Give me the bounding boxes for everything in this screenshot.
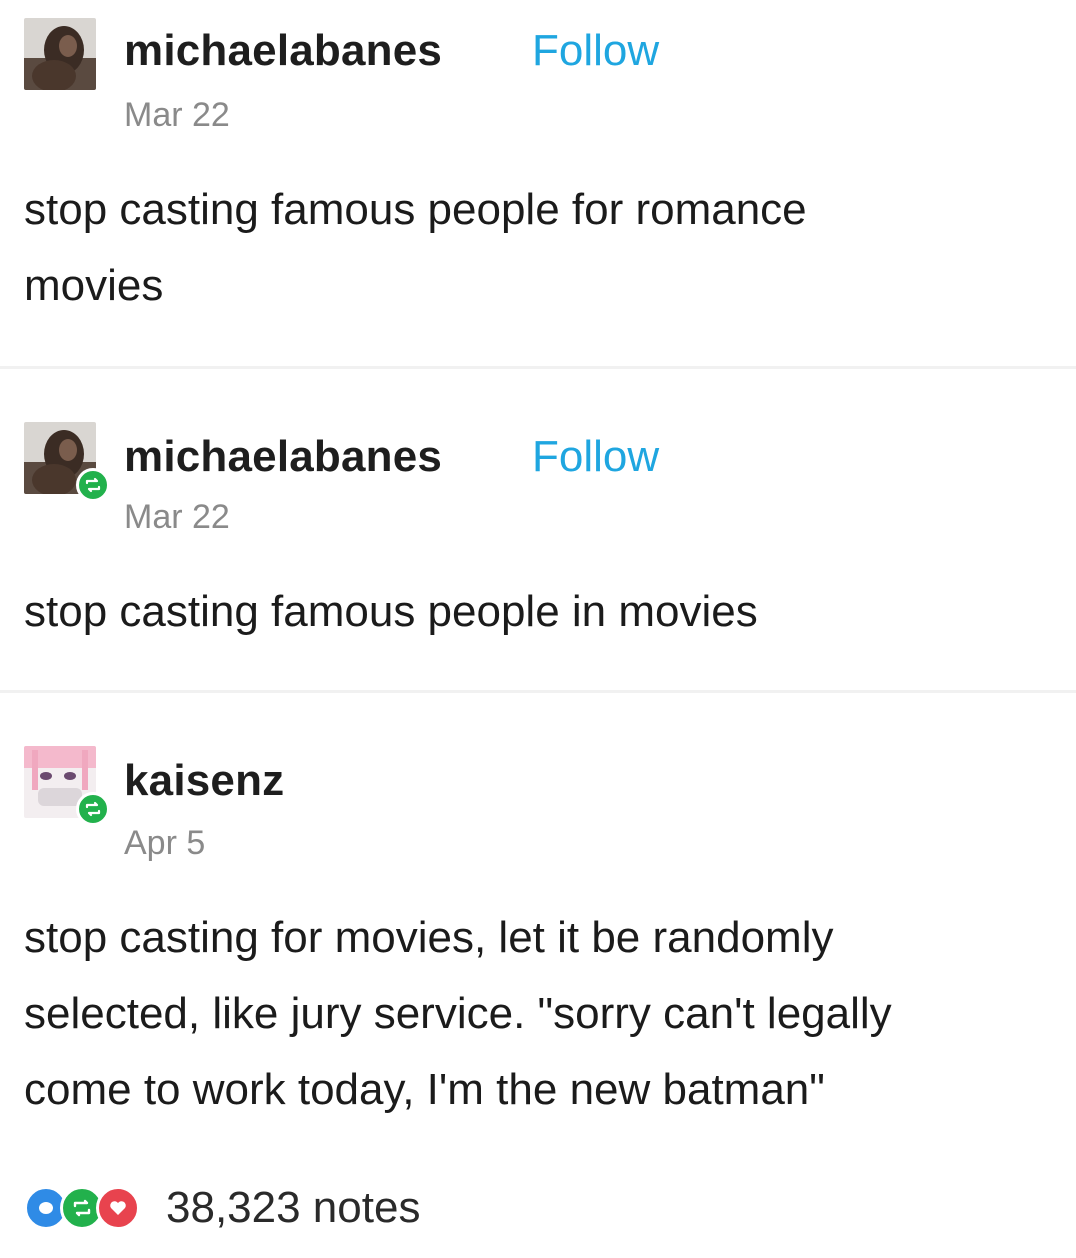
divider <box>0 690 1076 693</box>
post-body: stop casting for movies, let it be rando… <box>24 900 1064 1128</box>
post-body: stop casting famous people for romance m… <box>24 172 1054 324</box>
post-text-line: stop casting for movies, let it be rando… <box>24 913 834 962</box>
post-3: kaisenz Apr 5 stop casting for movies, l… <box>0 694 1076 1164</box>
post-2: michaelabanes Follow Mar 22 stop casting… <box>0 370 1076 688</box>
avatar[interactable] <box>24 422 110 502</box>
post-date[interactable]: Mar 22 <box>124 498 230 537</box>
reblog-badge-icon <box>76 468 110 502</box>
notes-count[interactable]: 38,323 notes <box>166 1183 420 1233</box>
avatar-image <box>24 18 96 90</box>
avatar[interactable] <box>24 18 96 90</box>
username[interactable]: michaelabanes <box>124 26 442 76</box>
follow-button[interactable]: Follow <box>532 26 659 76</box>
username[interactable]: michaelabanes <box>124 432 442 482</box>
post-text-line: movies <box>24 261 164 310</box>
divider <box>0 366 1076 369</box>
post-text-line: stop casting famous people in movies <box>24 587 758 636</box>
reblog-badge-icon <box>76 792 110 826</box>
post-text-line: selected, like jury service. "sorry can'… <box>24 989 892 1038</box>
post-1: michaelabanes Follow Mar 22 stop casting… <box>0 0 1076 365</box>
post-date[interactable]: Apr 5 <box>124 824 205 863</box>
post-text-line: come to work today, I'm the new batman" <box>24 1065 825 1114</box>
like-icon <box>96 1186 140 1230</box>
post-date[interactable]: Mar 22 <box>124 96 230 135</box>
notes-footer[interactable]: 38,323 notes <box>24 1178 420 1238</box>
post-body: stop casting famous people in movies <box>24 574 1054 650</box>
username[interactable]: kaisenz <box>124 756 284 806</box>
follow-button[interactable]: Follow <box>532 432 659 482</box>
avatar[interactable] <box>24 746 110 826</box>
post-text-line: stop casting famous people for romance <box>24 185 807 234</box>
